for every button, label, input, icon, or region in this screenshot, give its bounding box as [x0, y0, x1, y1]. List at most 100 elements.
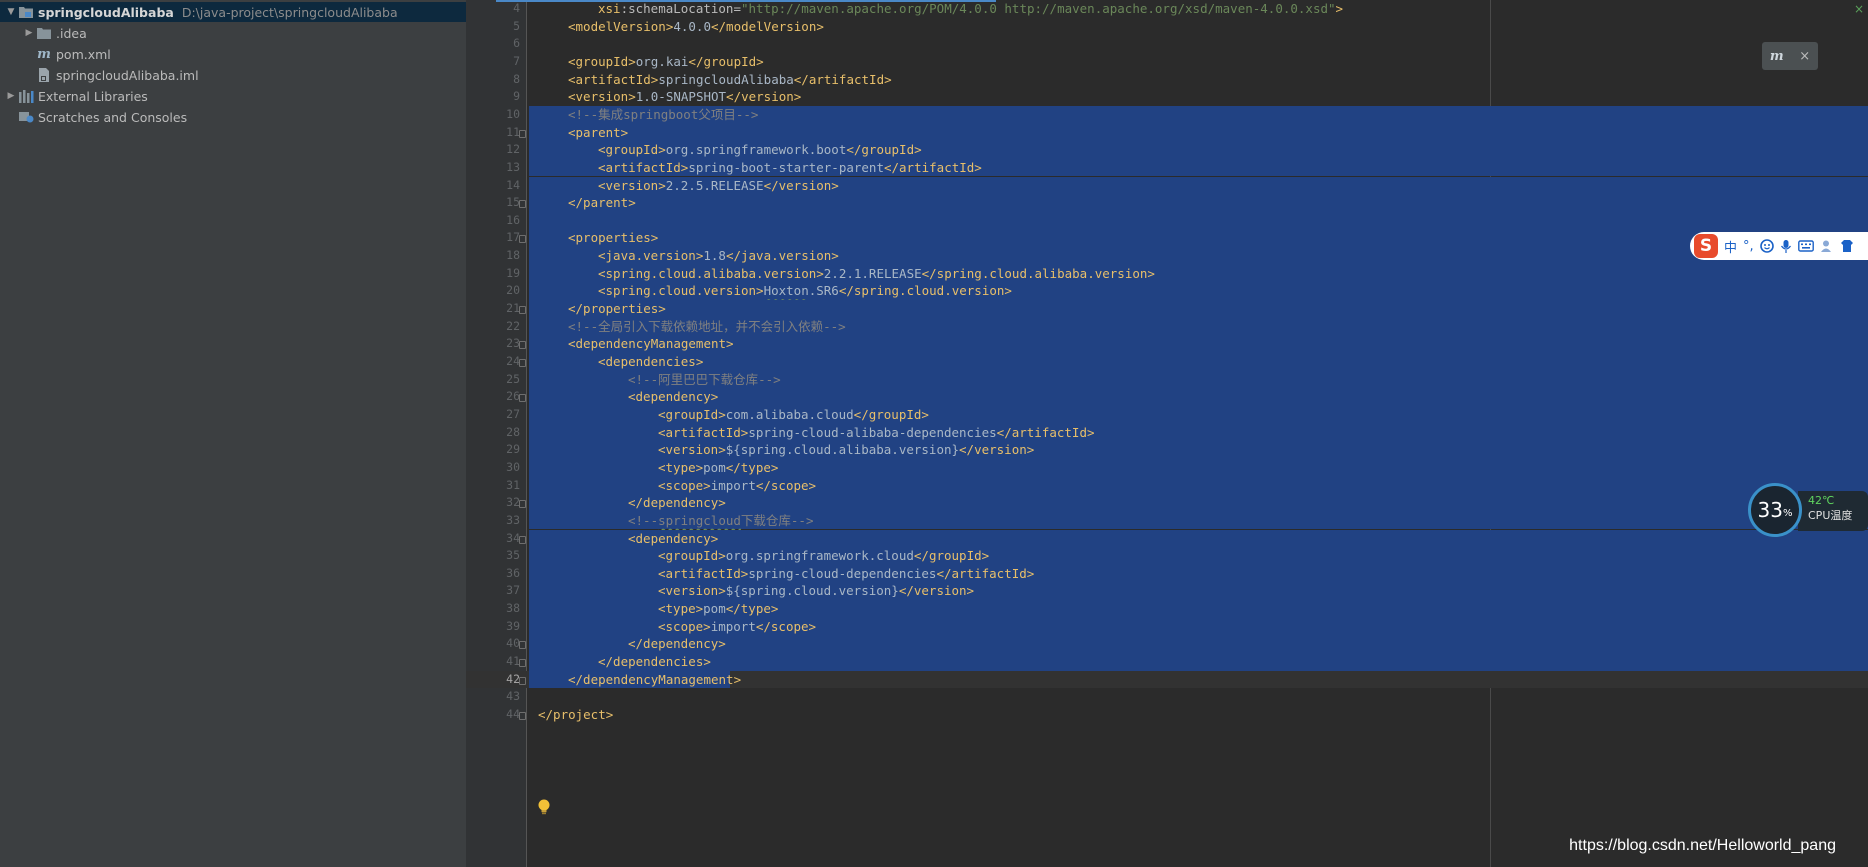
code-line[interactable]: 41 </dependencies>: [466, 653, 1868, 671]
code-text[interactable]: <groupId>org.springframework.boot</group…: [598, 141, 922, 159]
code-line[interactable]: 25 <!--阿里巴巴下载仓库-->: [466, 370, 1868, 389]
code-line[interactable]: 20 <spring.cloud.version>Hoxton.SR6</spri…: [466, 282, 1868, 301]
code-line[interactable]: 30 <type>pom</type>: [466, 458, 1868, 477]
code-line[interactable]: 22 <!--全局引入下载依赖地址，并不会引入依赖-->: [466, 317, 1868, 336]
fold-marker-icon[interactable]: [519, 676, 526, 685]
code-text[interactable]: <artifactId>springcloudAlibaba</artifact…: [568, 71, 892, 89]
code-text[interactable]: <version>${spring.cloud.alibaba.version}…: [658, 441, 1034, 459]
code-text[interactable]: <dependency>: [628, 530, 718, 548]
expand-arrow-icon[interactable]: ▼: [4, 5, 18, 19]
code-line[interactable]: 16: [466, 211, 1868, 230]
code-text[interactable]: <!--集成springboot父项目-->: [568, 106, 758, 124]
code-line[interactable]: 17 <properties>: [466, 229, 1868, 248]
code-line[interactable]: 18 <java.version>1.8</java.version>: [466, 247, 1868, 265]
code-text[interactable]: <groupId>org.kai</groupId>: [568, 53, 764, 71]
code-line[interactable]: 40 </dependency>: [466, 635, 1868, 654]
fold-marker-icon[interactable]: [519, 500, 526, 509]
code-line[interactable]: 14 <version>2.2.5.RELEASE</version>: [466, 176, 1868, 195]
code-editor[interactable]: 4 xsi:schemaLocation="http://maven.apache…: [466, 0, 1868, 867]
code-text[interactable]: <spring.cloud.alibaba.version>2.2.1.RELE…: [598, 265, 1155, 283]
code-line[interactable]: 32 </dependency>: [466, 494, 1868, 512]
code-text[interactable]: </project>: [538, 706, 613, 724]
fold-marker-icon[interactable]: [519, 641, 526, 650]
code-line[interactable]: 29 <version>${spring.cloud.alibaba.versio…: [466, 441, 1868, 459]
ime-mode-toggle[interactable]: 中: [1724, 237, 1737, 256]
sogou-logo-icon[interactable]: S: [1694, 234, 1718, 258]
code-text[interactable]: </dependency>: [628, 635, 726, 653]
code-text[interactable]: xsi:schemaLocation="http://maven.apache.…: [598, 0, 1343, 18]
ime-toolbar[interactable]: S 中 °,: [1690, 232, 1868, 260]
code-line[interactable]: 23 <dependencyManagement>: [466, 335, 1868, 353]
code-line[interactable]: 35 <groupId>org.springframework.cloud</gr…: [466, 547, 1868, 565]
tree-item[interactable]: ▶ External Libraries: [0, 86, 466, 106]
user-icon[interactable]: [1820, 239, 1834, 253]
code-line[interactable]: 11 <parent>: [466, 123, 1868, 142]
fold-marker-icon[interactable]: [519, 341, 526, 350]
code-text[interactable]: </properties>: [568, 300, 666, 318]
code-text[interactable]: <artifactId>spring-boot-starter-parent</…: [598, 159, 982, 177]
ime-punctuation-toggle[interactable]: °,: [1743, 239, 1754, 254]
code-text[interactable]: <modelVersion>4.0.0</modelVersion>: [568, 18, 824, 36]
skin-icon[interactable]: [1840, 239, 1854, 253]
code-text[interactable]: <properties>: [568, 229, 658, 247]
code-text[interactable]: </dependency>: [628, 494, 726, 512]
tree-item[interactable]: Scratches and Consoles: [0, 107, 466, 127]
code-line[interactable]: 43: [466, 688, 1868, 706]
collapse-arrow-icon[interactable]: ▶: [22, 26, 36, 40]
fold-marker-icon[interactable]: [519, 129, 526, 138]
code-text[interactable]: <groupId>org.springframework.cloud</grou…: [658, 547, 989, 565]
code-line[interactable]: 7 <groupId>org.kai</groupId>: [466, 53, 1868, 71]
fold-marker-icon[interactable]: [519, 200, 526, 209]
fold-marker-icon[interactable]: [519, 535, 526, 544]
code-line[interactable]: 34 <dependency>: [466, 529, 1868, 548]
fold-marker-icon[interactable]: [519, 712, 526, 720]
code-text[interactable]: <parent>: [568, 124, 628, 142]
code-text[interactable]: <version>1.0-SNAPSHOT</version>: [568, 88, 801, 106]
code-line[interactable]: 27 <groupId>com.alibaba.cloud</groupId>: [466, 405, 1868, 424]
code-text[interactable]: <artifactId>spring-cloud-alibaba-depende…: [658, 424, 1095, 442]
code-text[interactable]: <dependencyManagement>: [568, 335, 734, 353]
tree-item[interactable]: ▶ .idea: [0, 23, 466, 43]
code-text[interactable]: </dependencyManagement>: [568, 671, 741, 689]
code-text[interactable]: <!--阿里巴巴下载仓库-->: [628, 371, 781, 389]
code-text[interactable]: <scope>import</scope>: [658, 477, 816, 495]
code-line[interactable]: 9 <version>1.0-SNAPSHOT</version>: [466, 88, 1868, 106]
code-line[interactable]: 33 <!--springcloud下载仓库-->: [466, 511, 1868, 530]
tree-item[interactable]: springcloudAlibaba.iml: [0, 65, 466, 85]
code-line[interactable]: 5 <modelVersion>4.0.0</modelVersion>: [466, 18, 1868, 36]
code-line[interactable]: 24 <dependencies>: [466, 353, 1868, 371]
code-line[interactable]: 21 </properties>: [466, 300, 1868, 318]
code-text[interactable]: </dependencies>: [598, 653, 711, 671]
code-line[interactable]: 8 <artifactId>springcloudAlibaba</artifac…: [466, 71, 1868, 89]
code-line[interactable]: 31 <scope>import</scope>: [466, 476, 1868, 495]
code-line[interactable]: 6: [466, 35, 1868, 53]
code-line[interactable]: 28 <artifactId>spring-cloud-alibaba-depen…: [466, 423, 1868, 442]
fold-marker-icon[interactable]: [519, 306, 526, 315]
code-line[interactable]: 12 <groupId>org.springframework.boot</gro…: [466, 141, 1868, 159]
code-text[interactable]: <!--springcloud下载仓库-->: [628, 512, 813, 530]
code-text[interactable]: <groupId>com.alibaba.cloud</groupId>: [658, 406, 929, 424]
tree-item[interactable]: m pom.xml: [0, 44, 466, 64]
close-icon[interactable]: ×: [1854, 2, 1864, 16]
fold-marker-icon[interactable]: [519, 394, 526, 403]
maven-reload-icon[interactable]: m: [1770, 49, 1784, 64]
fold-marker-icon[interactable]: [519, 659, 526, 668]
code-text[interactable]: </parent>: [568, 194, 636, 212]
code-text[interactable]: <version>${spring.cloud.version}</versio…: [658, 582, 974, 600]
code-line[interactable]: 13 <artifactId>spring-boot-starter-parent…: [466, 158, 1868, 177]
code-text[interactable]: <version>2.2.5.RELEASE</version>: [598, 177, 839, 195]
code-line[interactable]: 42 </dependencyManagement>: [466, 670, 1868, 689]
code-line[interactable]: 4 xsi:schemaLocation="http://maven.apache…: [466, 0, 1868, 18]
code-text[interactable]: <type>pom</type>: [658, 459, 778, 477]
code-text[interactable]: <java.version>1.8</java.version>: [598, 247, 839, 265]
code-line[interactable]: 37 <version>${spring.cloud.version}</vers…: [466, 582, 1868, 601]
code-line[interactable]: 10 <!--集成springboot父项目-->: [466, 105, 1868, 124]
code-line[interactable]: 39 <scope>import</scope>: [466, 617, 1868, 636]
code-text[interactable]: <type>pom</type>: [658, 600, 778, 618]
code-text[interactable]: <dependencies>: [598, 353, 703, 371]
code-text[interactable]: <scope>import</scope>: [658, 618, 816, 636]
popup-close-icon[interactable]: ×: [1799, 49, 1810, 64]
microphone-icon[interactable]: [1780, 239, 1792, 254]
collapse-arrow-icon[interactable]: ▶: [4, 89, 18, 103]
lightbulb-icon[interactable]: [537, 798, 551, 816]
